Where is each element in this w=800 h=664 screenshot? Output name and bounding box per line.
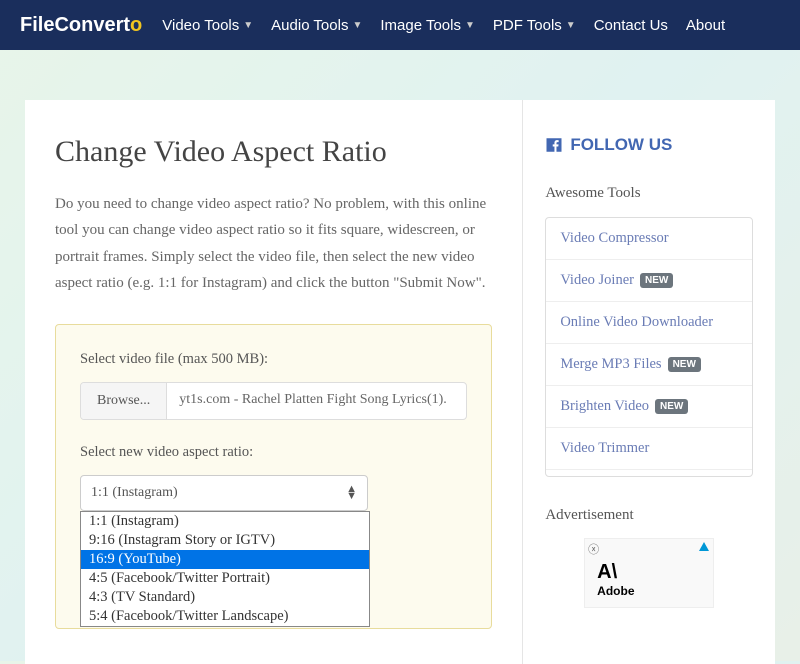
tool-item[interactable]: Brighten Video NEW <box>546 386 752 428</box>
new-badge: NEW <box>655 399 688 414</box>
ratio-label: Select new video aspect ratio: <box>80 444 467 461</box>
aspect-ratio-option[interactable]: 9:16 (Instagram Story or IGTV) <box>81 531 369 550</box>
aspect-ratio-option[interactable]: 16:9 (YouTube) <box>81 550 369 569</box>
tool-label: Video Compressor <box>560 230 668 247</box>
aspect-ratio-select-wrap: 1:1 (Instagram) ▲▼ 1:1 (Instagram)9:16 (… <box>80 475 467 511</box>
tool-item[interactable]: Video Trimmer <box>546 428 752 470</box>
aspect-ratio-option[interactable]: 5:4 (Facebook/Twitter Landscape) <box>81 607 369 626</box>
facebook-icon <box>545 136 563 154</box>
aspect-ratio-value: 1:1 (Instagram) <box>91 485 178 501</box>
nav-image-tools[interactable]: Image Tools▼ <box>380 17 475 34</box>
file-label: Select video file (max 500 MB): <box>80 351 467 368</box>
file-name-display: yt1s.com - Rachel Platten Fight Song Lyr… <box>167 383 466 419</box>
chevron-down-icon: ▼ <box>352 20 362 31</box>
sidebar: FOLLOW US Awesome Tools Video Compressor… <box>523 100 775 664</box>
aspect-ratio-option[interactable]: 1:1 (Instagram) <box>81 512 369 531</box>
tool-item[interactable]: Video Joiner NEW <box>546 260 752 302</box>
aspect-ratio-select[interactable]: 1:1 (Instagram) ▲▼ <box>80 475 368 511</box>
nav-audio-tools[interactable]: Audio Tools▼ <box>271 17 362 34</box>
container: Change Video Aspect Ratio Do you need to… <box>0 50 800 664</box>
tool-label: Video Joiner <box>560 272 634 289</box>
tool-item[interactable]: Merge MP3 Files NEW <box>546 344 752 386</box>
form-box: Select video file (max 500 MB): Browse..… <box>55 324 492 629</box>
nav-items: Video Tools▼ Audio Tools▼ Image Tools▼ P… <box>162 17 725 34</box>
new-badge: NEW <box>668 357 701 372</box>
navbar: FileConverto Video Tools▼ Audio Tools▼ I… <box>0 0 800 50</box>
file-input-row: Browse... yt1s.com - Rachel Platten Figh… <box>80 382 467 420</box>
main-panel: Change Video Aspect Ratio Do you need to… <box>25 100 523 664</box>
nav-about[interactable]: About <box>686 17 725 34</box>
follow-us-link[interactable]: FOLLOW US <box>545 135 753 155</box>
tool-item[interactable]: Online Video Downloader <box>546 302 752 344</box>
tool-label: Video Trimmer <box>560 440 649 457</box>
aspect-ratio-dropdown: 1:1 (Instagram)9:16 (Instagram Story or … <box>80 511 370 627</box>
tool-label: Online Video Downloader <box>560 314 713 331</box>
aspect-ratio-option[interactable]: 4:3 (TV Standard) <box>81 588 369 607</box>
chevron-down-icon: ▼ <box>566 20 576 31</box>
page-title: Change Video Aspect Ratio <box>55 135 492 169</box>
nav-contact[interactable]: Contact Us <box>594 17 668 34</box>
page-description: Do you need to change video aspect ratio… <box>55 191 492 296</box>
browse-button[interactable]: Browse... <box>81 383 167 419</box>
ad-heading: Advertisement <box>545 507 753 524</box>
tools-list[interactable]: Video Compressor Video Joiner NEW Online Vi… <box>545 217 753 477</box>
tool-label: Merge MP3 Files <box>560 356 661 373</box>
select-arrows-icon: ▲▼ <box>346 486 357 500</box>
ad-info-icon[interactable] <box>699 542 709 551</box>
aspect-ratio-option[interactable]: 4:5 (Facebook/Twitter Portrait) <box>81 569 369 588</box>
tools-heading: Awesome Tools <box>545 185 753 202</box>
nav-pdf-tools[interactable]: PDF Tools▼ <box>493 17 576 34</box>
logo[interactable]: FileConverto <box>20 14 142 37</box>
new-badge: NEW <box>640 273 673 288</box>
adobe-logo: A\ Adobe <box>597 561 707 598</box>
tool-label: Brighten Video <box>560 398 649 415</box>
nav-video-tools[interactable]: Video Tools▼ <box>162 17 253 34</box>
chevron-down-icon: ▼ <box>243 20 253 31</box>
ad-close-icon[interactable]: ⓧ <box>588 541 599 557</box>
chevron-down-icon: ▼ <box>465 20 475 31</box>
advertisement[interactable]: ⓧ A\ Adobe <box>584 538 714 608</box>
tool-item[interactable]: Video Compressor <box>546 218 752 260</box>
